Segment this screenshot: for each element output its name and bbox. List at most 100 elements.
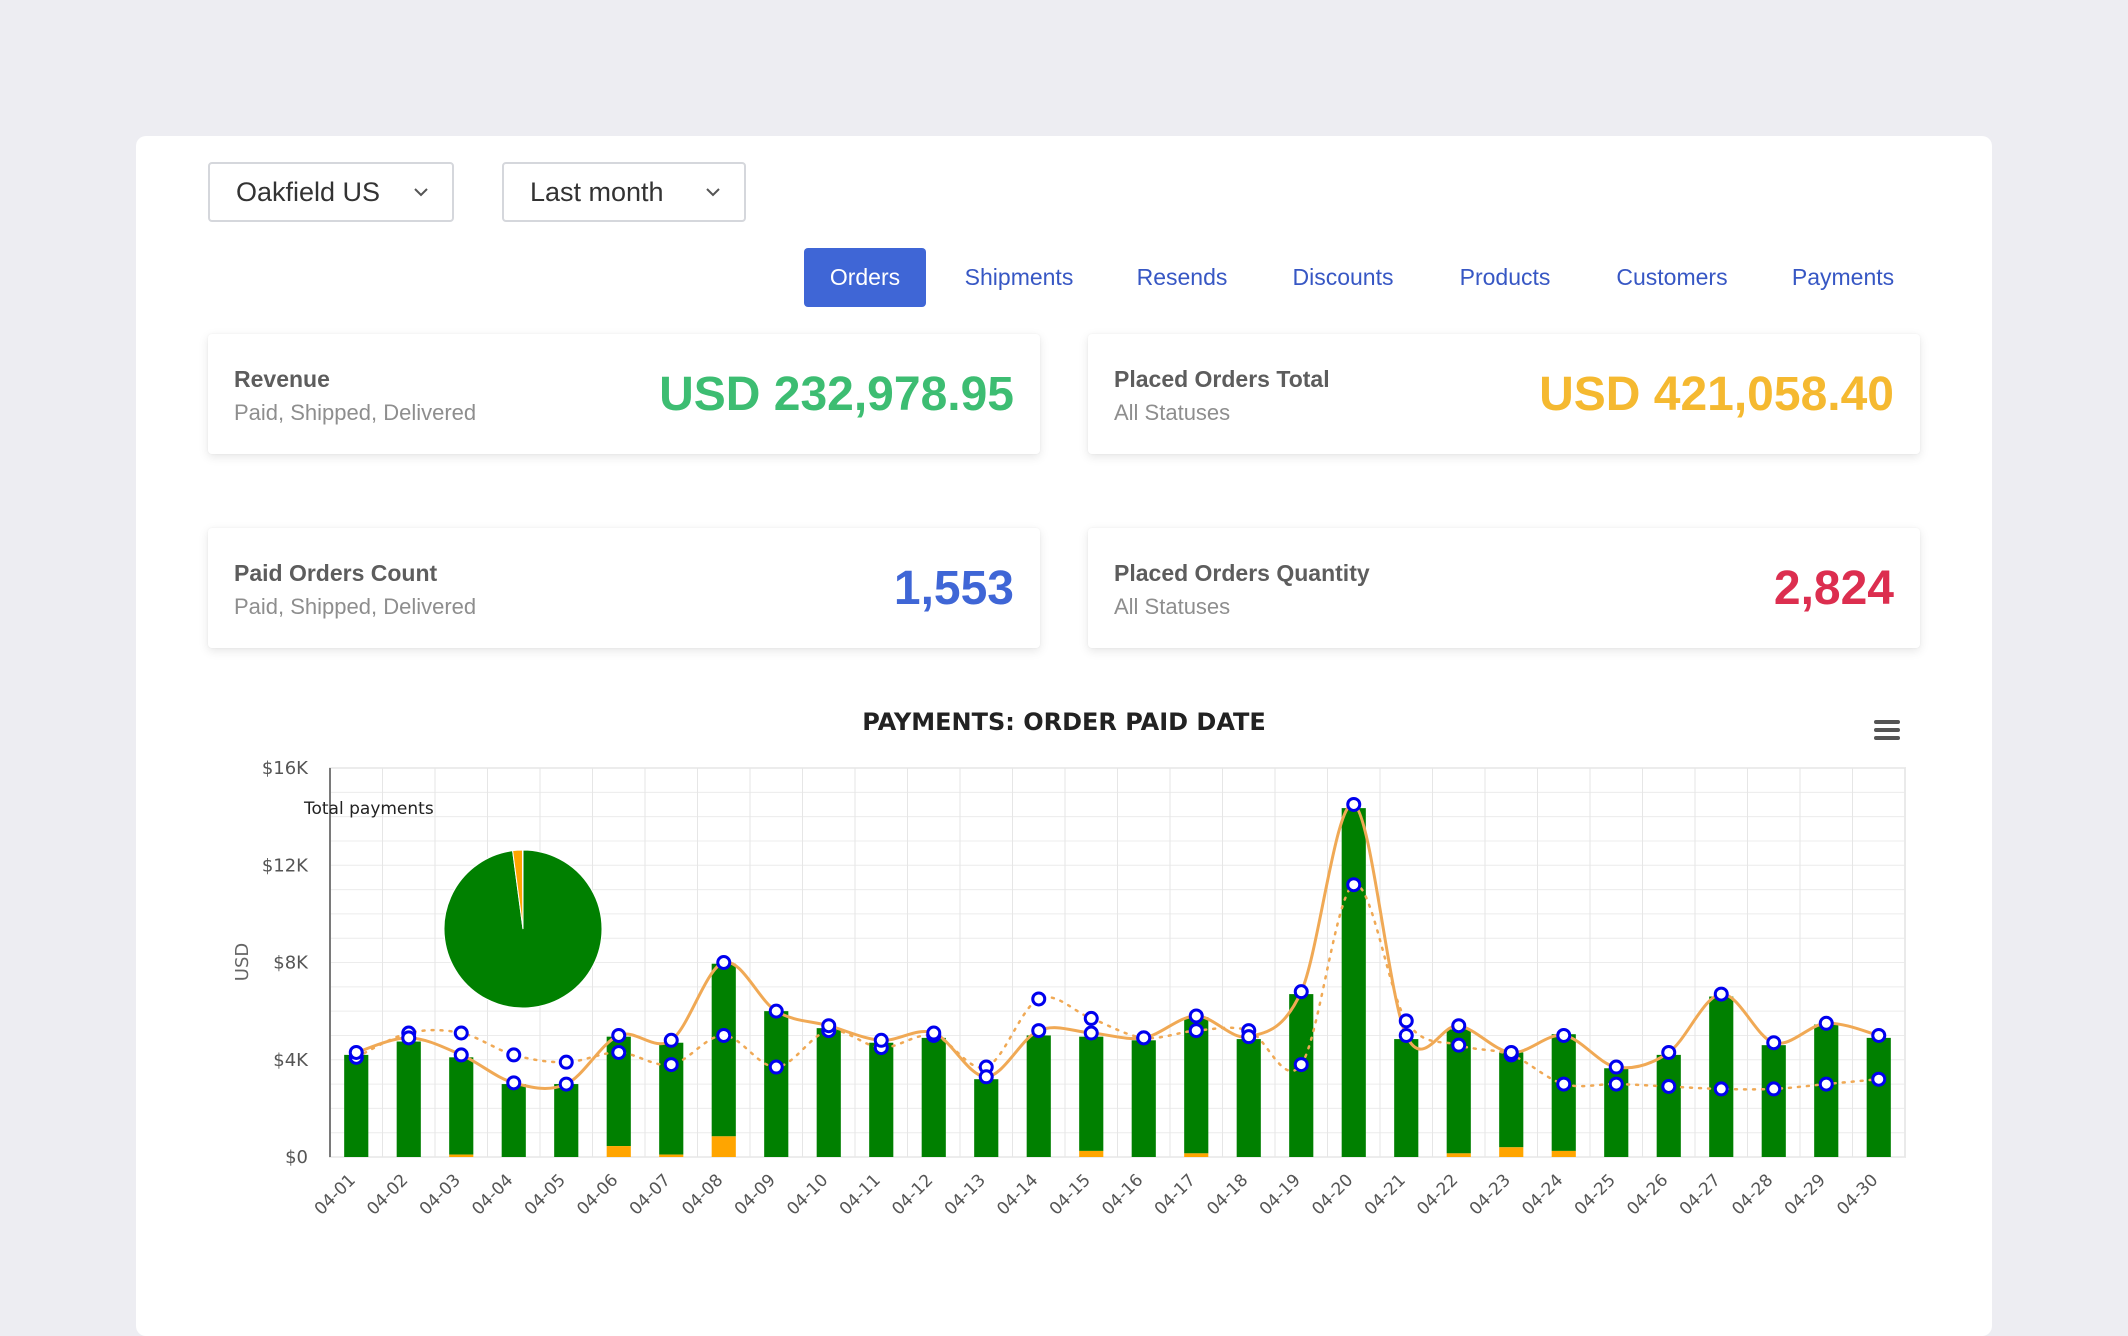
bar-main bbox=[1289, 994, 1313, 1157]
solid-series-marker bbox=[1768, 1037, 1780, 1049]
dotted-series-marker bbox=[1348, 879, 1360, 891]
y-tick-label: $4K bbox=[273, 1050, 309, 1071]
solid-series-marker bbox=[1663, 1046, 1675, 1058]
dotted-series-marker bbox=[1033, 993, 1045, 1005]
x-tick-label: 04-01 bbox=[311, 1170, 360, 1219]
bar-main bbox=[1867, 1038, 1891, 1157]
dotted-series-marker bbox=[1085, 1012, 1097, 1024]
bar-secondary bbox=[712, 1136, 736, 1157]
solid-series-marker bbox=[875, 1034, 887, 1046]
y-tick-label: $12K bbox=[262, 855, 309, 876]
bar-main bbox=[344, 1055, 368, 1157]
x-tick-label: 04-03 bbox=[416, 1170, 465, 1219]
bar-main bbox=[397, 1042, 421, 1157]
x-tick-label: 04-14 bbox=[993, 1170, 1042, 1219]
dotted-series-marker bbox=[665, 1059, 677, 1071]
x-tick-label: 04-02 bbox=[363, 1170, 412, 1219]
hamburger-menu-icon[interactable] bbox=[1872, 720, 1902, 744]
solid-series-marker bbox=[1453, 1020, 1465, 1032]
bar-main bbox=[502, 1084, 526, 1157]
x-tick-label: 04-25 bbox=[1571, 1170, 1620, 1219]
bar-main bbox=[1342, 808, 1366, 1157]
bar-main bbox=[922, 1038, 946, 1157]
solid-series-marker bbox=[403, 1032, 415, 1044]
dotted-series-marker bbox=[1400, 1015, 1412, 1027]
bar-main bbox=[1079, 1037, 1103, 1151]
bar-main bbox=[817, 1028, 841, 1157]
bar-main bbox=[764, 1011, 788, 1157]
x-tick-label: 04-12 bbox=[888, 1170, 937, 1219]
dotted-series-marker bbox=[508, 1049, 520, 1061]
x-tick-label: 04-29 bbox=[1781, 1170, 1830, 1219]
bar-secondary bbox=[1079, 1151, 1103, 1157]
bar-secondary bbox=[659, 1155, 683, 1157]
solid-series-marker bbox=[1505, 1046, 1517, 1058]
dotted-series-marker bbox=[718, 1029, 730, 1041]
solid-series-marker bbox=[560, 1078, 572, 1090]
bar-secondary bbox=[1184, 1153, 1208, 1157]
solid-series-marker bbox=[1820, 1017, 1832, 1029]
x-tick-label: 04-07 bbox=[626, 1170, 675, 1219]
solid-series-marker bbox=[1138, 1032, 1150, 1044]
solid-series-marker bbox=[1295, 986, 1307, 998]
solid-series-marker bbox=[508, 1077, 520, 1089]
solid-series-marker bbox=[1190, 1010, 1202, 1022]
bar-main bbox=[974, 1079, 998, 1157]
solid-series-marker bbox=[770, 1005, 782, 1017]
y-tick-label: $8K bbox=[273, 953, 309, 974]
solid-series-marker bbox=[613, 1029, 625, 1041]
y-tick-label: $16K bbox=[262, 758, 309, 779]
chart-title: PAYMENTS: ORDER PAID DATE bbox=[862, 708, 1266, 736]
x-tick-label: 04-15 bbox=[1046, 1170, 1095, 1219]
x-tick-label: 04-28 bbox=[1728, 1170, 1777, 1219]
dotted-series-marker bbox=[455, 1027, 467, 1039]
bar-main bbox=[1499, 1052, 1523, 1147]
solid-series-marker bbox=[980, 1071, 992, 1083]
solid-series-marker bbox=[823, 1020, 835, 1032]
solid-series-marker bbox=[350, 1046, 362, 1058]
pie-title: Total payments bbox=[303, 799, 434, 819]
y-axis-label: USD bbox=[232, 943, 253, 981]
solid-series-marker bbox=[1715, 988, 1727, 1000]
x-tick-label: 04-16 bbox=[1098, 1170, 1147, 1219]
dotted-series-marker bbox=[770, 1061, 782, 1073]
x-tick-label: 04-04 bbox=[468, 1170, 517, 1219]
solid-series-marker bbox=[1610, 1061, 1622, 1073]
solid-series-marker bbox=[1085, 1027, 1097, 1039]
x-tick-label: 04-18 bbox=[1203, 1170, 1252, 1219]
pie-chart bbox=[444, 850, 602, 1008]
payments-chart: PAYMENTS: ORDER PAID DATE USD $0 $4K $8K $1… bbox=[0, 0, 2128, 1304]
x-tick-label: 04-09 bbox=[731, 1170, 780, 1219]
x-tick-label: 04-22 bbox=[1413, 1170, 1462, 1219]
bar-main bbox=[1657, 1055, 1681, 1157]
dotted-series-marker bbox=[1663, 1080, 1675, 1092]
bar-secondary bbox=[1447, 1153, 1471, 1157]
x-tick-label: 04-06 bbox=[573, 1170, 622, 1219]
bar-main bbox=[712, 964, 736, 1137]
dotted-series-marker bbox=[1610, 1078, 1622, 1090]
x-tick-label: 04-21 bbox=[1361, 1170, 1410, 1219]
x-tick-label: 04-23 bbox=[1466, 1170, 1515, 1219]
bar-main bbox=[1394, 1039, 1418, 1157]
solid-series-marker bbox=[718, 957, 730, 969]
dotted-series-marker bbox=[613, 1046, 625, 1058]
solid-series-marker bbox=[928, 1027, 940, 1039]
x-tick-label: 04-11 bbox=[836, 1170, 885, 1219]
solid-series-marker bbox=[1873, 1029, 1885, 1041]
bar-secondary bbox=[607, 1146, 631, 1157]
dotted-series-marker bbox=[1453, 1039, 1465, 1051]
y-tick-label: $0 bbox=[285, 1147, 308, 1168]
dotted-series-marker bbox=[1295, 1059, 1307, 1071]
solid-series-marker bbox=[1033, 1025, 1045, 1037]
solid-series-marker bbox=[1558, 1029, 1570, 1041]
dotted-series-marker bbox=[1820, 1078, 1832, 1090]
x-tick-label: 04-30 bbox=[1833, 1170, 1882, 1219]
x-tick-label: 04-24 bbox=[1518, 1170, 1567, 1219]
bar-main bbox=[1027, 1035, 1051, 1157]
dotted-series-marker bbox=[1768, 1083, 1780, 1095]
x-tick-label: 04-17 bbox=[1151, 1170, 1200, 1219]
dotted-series-marker bbox=[1190, 1025, 1202, 1037]
x-tick-label: 04-10 bbox=[783, 1170, 832, 1219]
solid-series-marker bbox=[1243, 1031, 1255, 1043]
solid-series-marker bbox=[1348, 798, 1360, 810]
